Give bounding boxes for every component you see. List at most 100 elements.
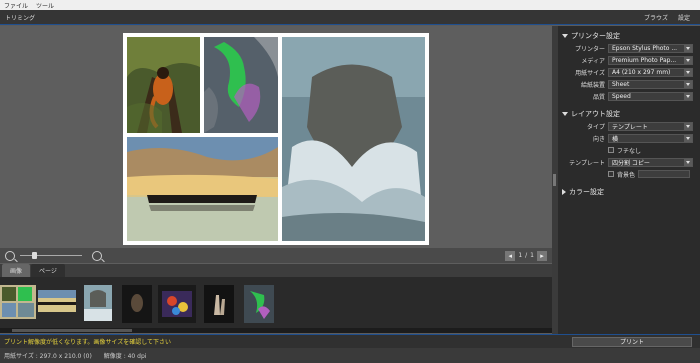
background-color-row: 背景色 [558, 168, 700, 180]
printer-label: プリンター [574, 45, 605, 53]
thumbnail-dark-portrait[interactable] [122, 285, 152, 323]
page-separator: / [525, 252, 528, 259]
section-printer-settings[interactable]: プリンター設定 [558, 30, 700, 42]
chevron-down-icon [684, 122, 692, 130]
template-label: テンプレート [569, 159, 605, 167]
borderless-checkbox[interactable] [608, 147, 614, 153]
paper-size-value: A4 (210 x 297 mm) [612, 68, 671, 76]
layout-type-value: テンプレート [612, 123, 648, 131]
menu-file[interactable]: ファイル [0, 1, 32, 10]
tab-images[interactable]: 画像 [2, 264, 31, 277]
zoom-slider[interactable] [20, 252, 82, 259]
orientation-select[interactable]: 横 [608, 133, 693, 143]
total-pages: 1 [530, 252, 534, 259]
photo-horses[interactable] [127, 137, 278, 241]
template-select[interactable]: 四分割 コピー [608, 157, 693, 167]
borderless-label: フチなし [617, 147, 642, 155]
template-row: テンプレート 四分割 コピー [558, 156, 700, 168]
background-color-label: 背景色 [617, 171, 636, 179]
thumbnail-aurora[interactable] [244, 285, 274, 323]
print-button[interactable]: プリント [572, 336, 692, 347]
orientation-value: 横 [612, 135, 619, 143]
chevron-down-icon [684, 44, 692, 52]
printer-value: Epson Stylus Photo ... [612, 44, 678, 52]
filmstrip [0, 277, 552, 328]
info-bar: 用紙サイズ : 297.0 x 210.0 (0) 解像度 : 40 dpi [0, 348, 700, 363]
borderless-row: フチなし [558, 144, 700, 156]
page-navigator: ◂ 1 / 1 ▸ [505, 250, 547, 261]
zoom-bar: ◂ 1 / 1 ▸ [0, 248, 552, 263]
collapse-triangle-icon [562, 112, 568, 116]
photo-elephant[interactable] [282, 37, 425, 241]
expand-triangle-icon [562, 189, 566, 195]
layout-type-select[interactable]: テンプレート [608, 121, 693, 131]
background-color-swatch[interactable] [638, 170, 691, 178]
section-color-settings[interactable]: カラー設定 [558, 186, 700, 198]
layout-type-row: タイプ テンプレート [558, 120, 700, 132]
preview-canvas [0, 26, 552, 265]
photo-lemur[interactable] [127, 37, 200, 133]
paper-source-row: 給紙装置 Sheet [558, 78, 700, 90]
filmstrip-tabs: 画像 ページ [0, 264, 552, 277]
chevron-down-icon [684, 134, 692, 142]
status-bar: プリント解像度が低くなります。画像サイズを確認して下さい プリント [0, 334, 700, 348]
thumbnail-horses[interactable] [38, 290, 76, 312]
paper-source-value: Sheet [612, 80, 630, 88]
menu-tools[interactable]: ツール [32, 1, 58, 10]
thumbnail-collage[interactable] [0, 285, 36, 319]
media-select[interactable]: Premium Photo Pap... [608, 55, 693, 65]
zoom-slider-thumb[interactable] [32, 252, 37, 259]
toolbar: トリミング ブラウズ 設定 [0, 10, 700, 25]
collapse-triangle-icon [562, 34, 568, 38]
section-title: カラー設定 [569, 188, 604, 196]
printer-row: プリンター Epson Stylus Photo ... [558, 42, 700, 54]
zoom-in-icon[interactable] [92, 250, 102, 261]
thumbnail-hands[interactable] [204, 285, 234, 323]
resolution-warning: プリント解像度が低くなります。画像サイズを確認して下さい [4, 339, 172, 346]
media-row: メディア Premium Photo Pap... [558, 54, 700, 66]
chevron-down-icon [684, 158, 692, 166]
chevron-down-icon [684, 56, 692, 64]
thumbnail-elephant[interactable] [84, 285, 112, 321]
browse-button[interactable]: ブラウズ [644, 13, 668, 22]
settings-panel: プリンター設定 プリンター Epson Stylus Photo ... メディ… [558, 26, 700, 334]
orientation-row: 向き 横 [558, 132, 700, 144]
quality-row: 品質 Speed [558, 90, 700, 102]
trimming-tab[interactable]: トリミング [0, 13, 35, 22]
paper-size-info: 用紙サイズ : 297.0 x 210.0 (0) [4, 353, 92, 360]
print-page-preview[interactable] [123, 33, 429, 245]
paper-size-select[interactable]: A4 (210 x 297 mm) [608, 67, 693, 77]
printer-select[interactable]: Epson Stylus Photo ... [608, 43, 693, 53]
paper-source-select[interactable]: Sheet [608, 79, 693, 89]
chevron-down-icon [684, 68, 692, 76]
section-layout-settings[interactable]: レイアウト設定 [558, 108, 700, 120]
paper-source-label: 給紙装置 [580, 81, 605, 89]
zoom-out-icon[interactable] [5, 250, 15, 261]
splitter-grip[interactable] [553, 174, 556, 186]
arrow-left-icon[interactable]: ◂ [505, 250, 516, 261]
quality-select[interactable]: Speed [608, 91, 693, 101]
paper-size-row: 用紙サイズ A4 (210 x 297 mm) [558, 66, 700, 78]
layout-type-label: タイプ [586, 123, 605, 131]
section-title: レイアウト設定 [571, 110, 620, 118]
paper-size-label: 用紙サイズ [575, 69, 605, 77]
template-value: 四分割 コピー [612, 159, 650, 167]
tab-pages[interactable]: ページ [31, 264, 65, 277]
filmstrip-scrollbar[interactable] [0, 328, 552, 333]
orientation-label: 向き [592, 135, 605, 143]
arrow-right-icon[interactable]: ▸ [537, 250, 547, 261]
quality-value: Speed [612, 92, 631, 100]
resolution-info: 解像度 : 40 dpi [103, 353, 147, 360]
chevron-down-icon [684, 92, 692, 100]
chevron-down-icon [684, 80, 692, 88]
current-page: 1 [518, 252, 523, 259]
photo-aurora[interactable] [204, 37, 278, 133]
media-value: Premium Photo Pap... [612, 56, 677, 64]
background-color-checkbox[interactable] [608, 171, 614, 177]
scrollbar-thumb[interactable] [12, 329, 132, 332]
quality-label: 品質 [592, 93, 605, 101]
thumbnail-colorful[interactable] [158, 285, 196, 323]
media-label: メディア [581, 57, 605, 65]
settings-button[interactable]: 設定 [678, 13, 690, 22]
menu-bar: ファイル ツール [0, 0, 700, 10]
